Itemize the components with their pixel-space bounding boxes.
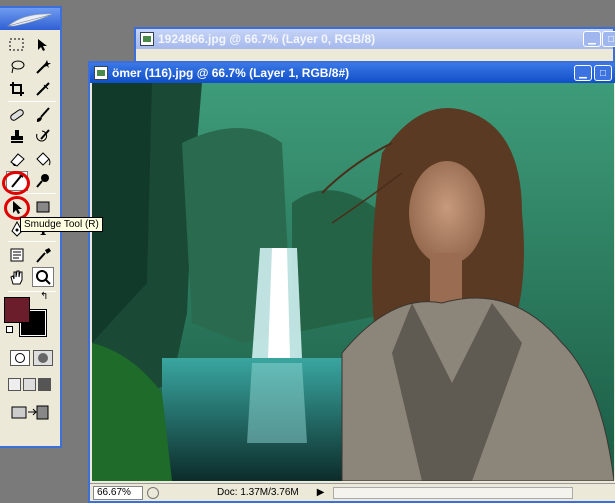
swap-colors-icon[interactable]: ↰: [40, 291, 48, 302]
doc-size-info: Doc: 1.37M/3.76M: [217, 487, 299, 498]
tool-tooltip: Smudge Tool (R): [20, 217, 103, 232]
default-colors-icon[interactable]: [6, 326, 13, 333]
hand-icon[interactable]: [6, 267, 28, 287]
window-titlebar[interactable]: ömer (116).jpg @ 66.7% (Layer 1, RGB/8#): [90, 63, 615, 83]
screen-mode-full-button[interactable]: [38, 378, 51, 391]
status-bar: 66.67% Doc: 1.37M/3.76M ▶: [90, 483, 615, 501]
feather-icon: [7, 13, 53, 27]
move-icon[interactable]: [32, 35, 54, 55]
foreground-color-swatch[interactable]: [4, 297, 30, 323]
notes-icon[interactable]: [6, 245, 28, 265]
photo-composite: [92, 83, 614, 481]
brush-icon[interactable]: [32, 105, 54, 125]
rectangle-shape-icon[interactable]: [32, 197, 54, 217]
status-icon[interactable]: [147, 486, 159, 499]
minimize-button[interactable]: ▁: [583, 31, 601, 47]
lasso-icon[interactable]: [6, 57, 28, 77]
quick-mask-button[interactable]: [33, 350, 53, 366]
window-title: ömer (116).jpg @ 66.7% (Layer 1, RGB/8#): [112, 66, 350, 80]
tool-palette-header[interactable]: [0, 8, 60, 30]
history-brush-icon[interactable]: [32, 127, 54, 147]
document-icon: [94, 66, 108, 80]
quick-mask-icon: [38, 353, 48, 363]
marquee-icon[interactable]: [6, 35, 28, 55]
crop-icon[interactable]: [6, 79, 28, 99]
zoom-field[interactable]: 66.67%: [93, 485, 143, 500]
screen-mode-standard-button[interactable]: [8, 378, 21, 391]
standard-mode-button[interactable]: [10, 350, 30, 366]
maximize-button[interactable]: □: [594, 65, 612, 81]
horizontal-scrollbar[interactable]: [332, 486, 573, 499]
clone-stamp-icon[interactable]: [6, 127, 28, 147]
slice-icon[interactable]: [32, 79, 54, 99]
document-icon: [140, 32, 154, 46]
zoom-icon[interactable]: [32, 267, 54, 287]
paint-bucket-icon[interactable]: [32, 149, 54, 169]
window-title: 1924866.jpg @ 66.7% (Layer 0, RGB/8): [158, 32, 376, 46]
play-arrow-icon[interactable]: ▶: [317, 487, 327, 499]
standard-mode-icon: [15, 353, 25, 363]
maximize-button[interactable]: □: [602, 31, 615, 47]
eraser-icon[interactable]: [6, 149, 28, 169]
minimize-button[interactable]: ▁: [574, 65, 592, 81]
screen-mode-menu-button[interactable]: [23, 378, 36, 391]
healing-brush-icon[interactable]: [6, 105, 28, 125]
document-window-front[interactable]: ömer (116).jpg @ 66.7% (Layer 1, RGB/8#)…: [88, 61, 615, 503]
window-titlebar[interactable]: 1924866.jpg @ 66.7% (Layer 0, RGB/8): [136, 29, 613, 49]
annotation-circle: [2, 171, 30, 195]
magic-wand-icon[interactable]: [32, 57, 54, 77]
eyedropper-icon[interactable]: [32, 245, 54, 265]
dodge-icon[interactable]: [32, 171, 54, 191]
image-canvas[interactable]: [92, 83, 614, 481]
jump-to-imageready-icon[interactable]: [10, 402, 50, 422]
